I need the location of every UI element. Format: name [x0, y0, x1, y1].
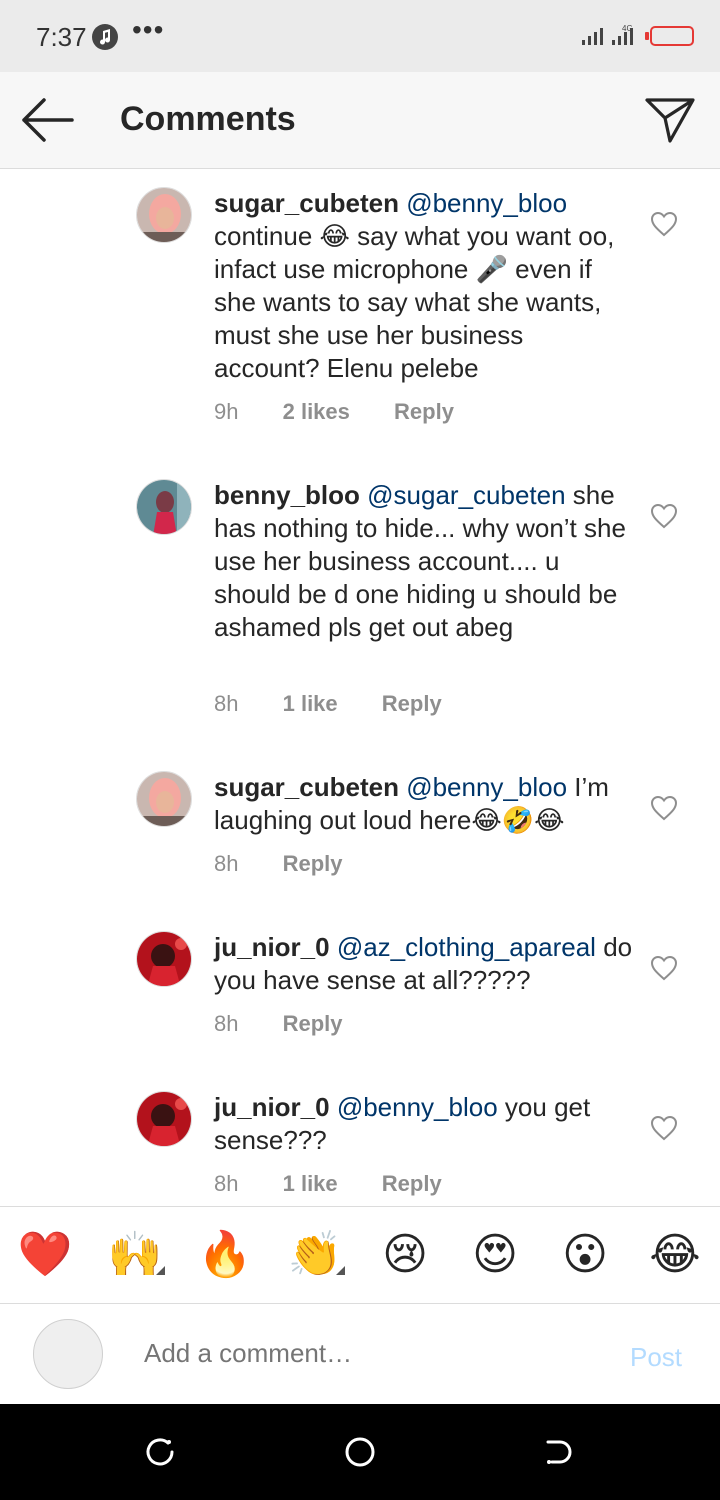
heart-icon[interactable] — [650, 503, 678, 529]
heart-icon[interactable] — [650, 795, 678, 821]
avatar[interactable] — [136, 1091, 192, 1147]
reply-button[interactable]: Reply — [382, 1171, 442, 1197]
comment-time: 9h — [214, 399, 239, 424]
emoji-raising-hands[interactable]: 🙌 — [105, 1229, 165, 1281]
emoji-heart-eyes[interactable]: 😍 — [465, 1229, 525, 1281]
comment-composer: Post — [0, 1304, 720, 1404]
comment-body: sugar_cubeten @benny_bloo I’m laughing o… — [214, 771, 634, 837]
comment-username[interactable]: ju_nior_0 — [214, 1092, 330, 1122]
reply-button[interactable]: Reply — [382, 691, 442, 717]
avatar[interactable] — [136, 931, 192, 987]
comment-time: 8h — [214, 1171, 239, 1196]
post-button[interactable]: Post — [630, 1342, 682, 1373]
comment-username[interactable]: sugar_cubeten — [214, 188, 399, 218]
comment-likes[interactable]: 1 like — [283, 1171, 338, 1197]
home-icon[interactable] — [342, 1434, 378, 1470]
signal-icon: 4G — [582, 24, 642, 51]
page-title: Comments — [120, 100, 296, 138]
comment-likes[interactable]: 1 like — [283, 691, 338, 717]
more-notifications-icon: ••• — [132, 14, 165, 45]
arrow-left-icon — [22, 98, 74, 142]
comment-meta: 8h 1 like Reply — [214, 691, 480, 717]
recents-icon[interactable] — [142, 1434, 178, 1470]
emoji-tears-of-joy[interactable]: 😂 — [645, 1229, 705, 1281]
comment-username[interactable]: ju_nior_0 — [214, 932, 330, 962]
variant-indicator-icon — [156, 1266, 165, 1275]
comment-body: ju_nior_0 @benny_bloo you get sense??? — [214, 1091, 634, 1157]
emoji-fire[interactable]: 🔥 — [195, 1229, 255, 1281]
heart-icon[interactable] — [650, 211, 678, 237]
comment-mention[interactable]: @az_clothing_apareal — [337, 932, 596, 962]
comment-mention[interactable]: @benny_bloo — [337, 1092, 498, 1122]
reply-button[interactable]: Reply — [394, 399, 454, 425]
comment-body: benny_bloo @sugar_cubeten she has nothin… — [214, 479, 634, 644]
header: Comments — [0, 72, 720, 169]
comment-meta: 8h Reply — [214, 851, 381, 877]
music-note-icon — [92, 24, 118, 50]
comment-input[interactable] — [144, 1338, 584, 1369]
avatar[interactable] — [136, 187, 192, 243]
emoji-clapping-hands[interactable]: 👏 — [285, 1229, 345, 1281]
reply-button[interactable]: Reply — [283, 1011, 343, 1037]
emoji-raising-hands-glyph: 🙌 — [107, 1230, 163, 1279]
avatar — [33, 1319, 103, 1389]
paper-plane-icon — [645, 98, 695, 143]
emoji-clapping-hands-glyph: 👏 — [287, 1230, 343, 1279]
avatar[interactable] — [136, 479, 192, 535]
comment-likes[interactable]: 2 likes — [283, 399, 350, 425]
comment-meta: 8h Reply — [214, 1011, 381, 1037]
comment-time: 8h — [214, 1011, 239, 1036]
emoji-red-heart[interactable]: ❤️ — [15, 1229, 75, 1281]
emoji-crying-face[interactable]: 😢 — [375, 1229, 435, 1281]
back-nav-icon[interactable] — [542, 1434, 578, 1470]
comment-text: continue 😂 say what you want oo, infact … — [214, 221, 615, 383]
comment-body: sugar_cubeten @benny_bloo continue 😂 say… — [214, 187, 634, 385]
comment-mention[interactable]: @benny_bloo — [406, 188, 567, 218]
status-time: 7:37 — [36, 22, 87, 52]
heart-icon[interactable] — [650, 955, 678, 981]
comment-time: 8h — [214, 851, 239, 876]
comment-mention[interactable]: @benny_bloo — [406, 772, 567, 802]
reply-button[interactable]: Reply — [283, 851, 343, 877]
comment-body: ju_nior_0 @az_clothing_apareal do you ha… — [214, 931, 634, 997]
comment-meta: 9h 2 likes Reply — [214, 399, 492, 425]
navigation-bar — [0, 1404, 720, 1500]
avatar[interactable] — [136, 771, 192, 827]
comment-username[interactable]: benny_bloo — [214, 480, 360, 510]
comment-username[interactable]: sugar_cubeten — [214, 772, 399, 802]
comment-meta: 8h 1 like Reply — [214, 1171, 480, 1197]
comment-time: 8h — [214, 691, 239, 716]
back-button[interactable] — [22, 97, 74, 143]
battery-icon — [645, 26, 694, 46]
emoji-surprised-face[interactable]: 😮 — [555, 1229, 615, 1281]
share-button[interactable] — [644, 96, 696, 144]
network-type: 4G — [622, 24, 633, 33]
emoji-bar: ❤️ 🙌 🔥 👏 😢 😍 😮 😂 — [0, 1206, 720, 1304]
heart-icon[interactable] — [650, 1115, 678, 1141]
comment-mention[interactable]: @sugar_cubeten — [367, 480, 565, 510]
variant-indicator-icon — [336, 1266, 345, 1275]
status-bar: 7:37 ••• 4G — [0, 0, 720, 72]
